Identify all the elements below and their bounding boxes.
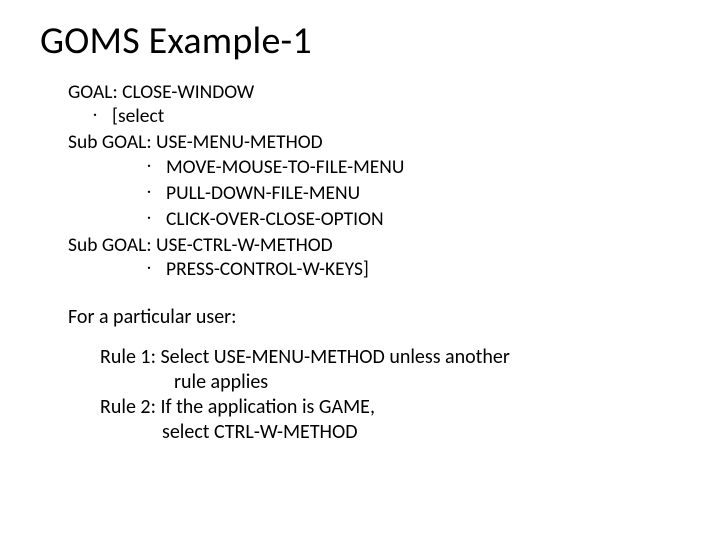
op-text: MOVE-MOUSE-TO-FILE-MENU bbox=[166, 155, 404, 181]
select-line: [select bbox=[68, 104, 680, 130]
op-line: CLICK-OVER-CLOSE-OPTION bbox=[68, 207, 680, 233]
op-line: PULL-DOWN-FILE-MENU bbox=[68, 181, 680, 207]
rule-2-line-2: select CTRL-W-METHOD bbox=[100, 420, 680, 445]
subgoal-1: Sub GOAL: USE-MENU-METHOD bbox=[68, 130, 680, 154]
rules-block: Rule 1: Select USE-MENU-METHOD unless an… bbox=[100, 345, 680, 445]
bullet-dot bbox=[142, 258, 156, 284]
rule-2-line-1: Rule 2: If the application is GAME, bbox=[100, 395, 680, 420]
bullet-dot bbox=[142, 208, 156, 234]
subgoal-2-text: Sub GOAL: USE-CTRL-W-METHOD bbox=[68, 233, 333, 257]
rule-1-line-1: Rule 1: Select USE-MENU-METHOD unless an… bbox=[100, 345, 680, 370]
subgoal-1-text: Sub GOAL: USE-MENU-METHOD bbox=[68, 130, 323, 154]
slide-title: GOMS Example-1 bbox=[40, 22, 680, 62]
goal-line: GOAL: CLOSE-WINDOW bbox=[68, 80, 680, 104]
rule-1-line-2: rule applies bbox=[100, 370, 680, 395]
select-text: [select bbox=[112, 104, 164, 130]
subgoal-2: Sub GOAL: USE-CTRL-W-METHOD bbox=[62, 233, 680, 257]
slide: GOMS Example-1 GOAL: CLOSE-WINDOW [selec… bbox=[0, 0, 720, 540]
user-note: For a particular user: bbox=[68, 305, 680, 329]
bullet-dot bbox=[88, 105, 102, 131]
op-line: MOVE-MOUSE-TO-FILE-MENU bbox=[68, 155, 680, 181]
goms-block: GOAL: CLOSE-WINDOW [select Sub GOAL: USE… bbox=[68, 80, 680, 283]
op-text: CLICK-OVER-CLOSE-OPTION bbox=[166, 207, 384, 233]
op-text: PULL-DOWN-FILE-MENU bbox=[166, 181, 360, 207]
op-line: PRESS-CONTROL-W-KEYS] bbox=[68, 257, 680, 283]
op-text: PRESS-CONTROL-W-KEYS] bbox=[166, 257, 369, 283]
